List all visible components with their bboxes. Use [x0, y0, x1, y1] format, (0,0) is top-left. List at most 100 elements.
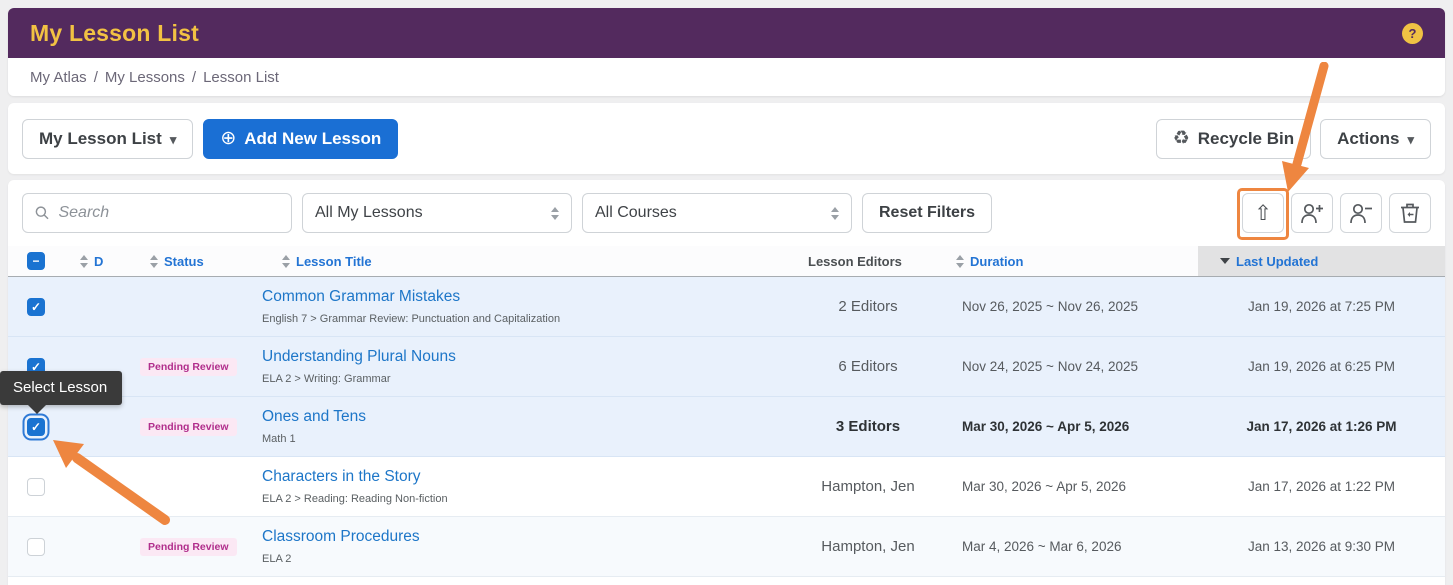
toolbar: My Lesson List ▾ ⊕ Add New Lesson ♻ Recy… [8, 103, 1445, 174]
lessons-filter-select[interactable]: All My Lessons [302, 193, 572, 233]
recycle-bin-label: Recycle Bin [1198, 129, 1294, 149]
lesson-title-link[interactable]: Ones and Tens [262, 408, 366, 426]
bulk-action-buttons: ⇧ [1242, 193, 1431, 233]
remove-editor-button[interactable] [1340, 193, 1382, 233]
lesson-title-link[interactable]: Common Grammar Mistakes [262, 288, 460, 306]
lesson-list-panel: All My Lessons All Courses Reset Filters… [8, 180, 1445, 585]
lessons-filter-value: All My Lessons [315, 204, 423, 222]
lesson-editors: Hampton, Jen [788, 457, 948, 516]
trash-button[interactable] [1389, 193, 1431, 233]
page-header: My Lesson List ? My Atlas / My Lessons /… [8, 8, 1445, 96]
lesson-title-link[interactable]: Understanding Plural Nouns [262, 348, 456, 366]
trash-restore-icon [1400, 202, 1420, 224]
column-header-last-updated[interactable]: Last Updated [1236, 254, 1318, 269]
lesson-last-updated: Jan 19, 2026 at 6:25 PM [1198, 337, 1445, 396]
lesson-course-path: English 7 > Grammar Review: Punctuation … [262, 313, 560, 325]
breadcrumb-separator: / [94, 69, 98, 86]
status-badge: Pending Review [140, 538, 237, 556]
breadcrumb-separator: / [192, 69, 196, 86]
lesson-duration: Mar 30, 2026 ~ Apr 5, 2026 [948, 397, 1198, 456]
table-row: ✓ Pending Review Ones and Tens Math 1 3 … [8, 397, 1445, 457]
lesson-list-selector-label: My Lesson List [39, 129, 162, 149]
select-arrows-icon [831, 207, 839, 220]
search-icon [35, 205, 49, 221]
check-icon: ✓ [31, 301, 41, 313]
lesson-last-updated: Jan 17, 2026 at 1:22 PM [1198, 457, 1445, 516]
add-editor-icon [1300, 203, 1324, 224]
select-lesson-tooltip: Select Lesson [0, 371, 122, 405]
lesson-duration: Nov 24, 2025 ~ Nov 24, 2025 [948, 337, 1198, 396]
lesson-last-updated: Jan 17, 2026 at 1:26 PM [1198, 397, 1445, 456]
column-header-status[interactable]: Status [164, 254, 204, 269]
column-header-lesson-editors: Lesson Editors [808, 254, 902, 269]
sort-icon[interactable] [80, 255, 88, 268]
courses-filter-value: All Courses [595, 204, 677, 222]
actions-button[interactable]: Actions ▾ [1320, 119, 1431, 159]
lesson-course-path: ELA 2 > Writing: Grammar [262, 373, 390, 385]
recycle-bin-button[interactable]: ♻ Recycle Bin [1156, 119, 1311, 159]
lesson-course-path: ELA 2 > Reading: Reading Non-fiction [262, 493, 448, 505]
sort-icon[interactable] [282, 255, 290, 268]
lesson-editors: 6 Editors [788, 337, 948, 396]
column-header-d[interactable]: D [94, 254, 103, 269]
recycle-icon: ♻ [1173, 129, 1190, 148]
lesson-editors: 3 Editors [788, 397, 948, 456]
lesson-last-updated: Jan 13, 2026 at 9:30 PM [1198, 517, 1445, 576]
lesson-duration: Mar 30, 2026 ~ Apr 5, 2026 [948, 457, 1198, 516]
lesson-editors: 2 Editors [788, 277, 948, 336]
courses-filter-select[interactable]: All Courses [582, 193, 852, 233]
help-button[interactable]: ? [1402, 23, 1423, 44]
breadcrumb-my-atlas[interactable]: My Atlas [30, 69, 87, 86]
add-new-lesson-button[interactable]: ⊕ Add New Lesson [203, 119, 398, 159]
lesson-duration: Nov 26, 2025 ~ Nov 26, 2025 [948, 277, 1198, 336]
indeterminate-icon: − [32, 255, 39, 267]
reset-filters-label: Reset Filters [879, 204, 975, 222]
reset-filters-button[interactable]: Reset Filters [862, 193, 992, 233]
upload-icon: ⇧ [1254, 203, 1272, 224]
row-checkbox[interactable]: ✓ [27, 538, 45, 556]
question-icon: ? [1409, 26, 1417, 41]
lesson-editors: Hampton, Jen [788, 517, 948, 576]
lesson-title-link[interactable]: Characters in the Story [262, 468, 421, 486]
table-row: ✓ Common Grammar Mistakes English 7 > Gr… [8, 277, 1445, 337]
breadcrumb: My Atlas / My Lessons / Lesson List [8, 58, 1445, 96]
breadcrumb-lesson-list[interactable]: Lesson List [203, 69, 279, 86]
lesson-course-path: Math 1 [262, 433, 296, 445]
sort-icon[interactable] [150, 255, 158, 268]
check-icon: ✓ [31, 421, 41, 433]
breadcrumb-my-lessons[interactable]: My Lessons [105, 69, 185, 86]
sort-descending-icon[interactable] [1220, 258, 1230, 264]
status-badge: Pending Review [140, 418, 237, 436]
row-checkbox[interactable]: ✓ [27, 478, 45, 496]
table-header: − D Status Lesson Title Lesson Editors D… [8, 246, 1445, 277]
lesson-title-link[interactable]: Classroom Procedures [262, 528, 420, 546]
chevron-down-icon: ▾ [170, 133, 177, 146]
chevron-down-icon: ▾ [1407, 133, 1414, 146]
sort-icon[interactable] [956, 255, 964, 268]
lesson-duration: Mar 4, 2026 ~ Mar 6, 2026 [948, 517, 1198, 576]
search-box[interactable] [22, 193, 292, 233]
column-header-lesson-title[interactable]: Lesson Title [296, 254, 372, 269]
table-row: ✓ Characters in the Story ELA 2 > Readin… [8, 457, 1445, 517]
select-arrows-icon [551, 207, 559, 220]
add-new-lesson-label: Add New Lesson [244, 129, 381, 149]
lesson-course-path: ELA 2 [262, 553, 291, 565]
lesson-list-selector[interactable]: My Lesson List ▾ [22, 119, 193, 159]
table-row: ✓ Pending Review Classroom Procedures EL… [8, 517, 1445, 577]
filter-bar: All My Lessons All Courses Reset Filters… [8, 180, 1445, 233]
column-header-duration[interactable]: Duration [970, 254, 1023, 269]
page: My Lesson List ? My Atlas / My Lessons /… [0, 0, 1453, 585]
select-all-checkbox[interactable]: − [27, 252, 45, 270]
tooltip-text: Select Lesson [13, 379, 107, 396]
upload-button[interactable]: ⇧ [1242, 193, 1284, 233]
add-editor-button[interactable] [1291, 193, 1333, 233]
row-checkbox[interactable]: ✓ [27, 418, 45, 436]
actions-label: Actions [1337, 129, 1399, 149]
plus-circle-icon: ⊕ [220, 129, 236, 148]
title-bar: My Lesson List ? [8, 8, 1445, 58]
search-input[interactable] [58, 204, 279, 222]
row-checkbox[interactable]: ✓ [27, 298, 45, 316]
remove-editor-icon [1349, 203, 1373, 224]
page-title: My Lesson List [30, 20, 199, 47]
table-row: ✓ Pending Review Understanding Plural No… [8, 337, 1445, 397]
